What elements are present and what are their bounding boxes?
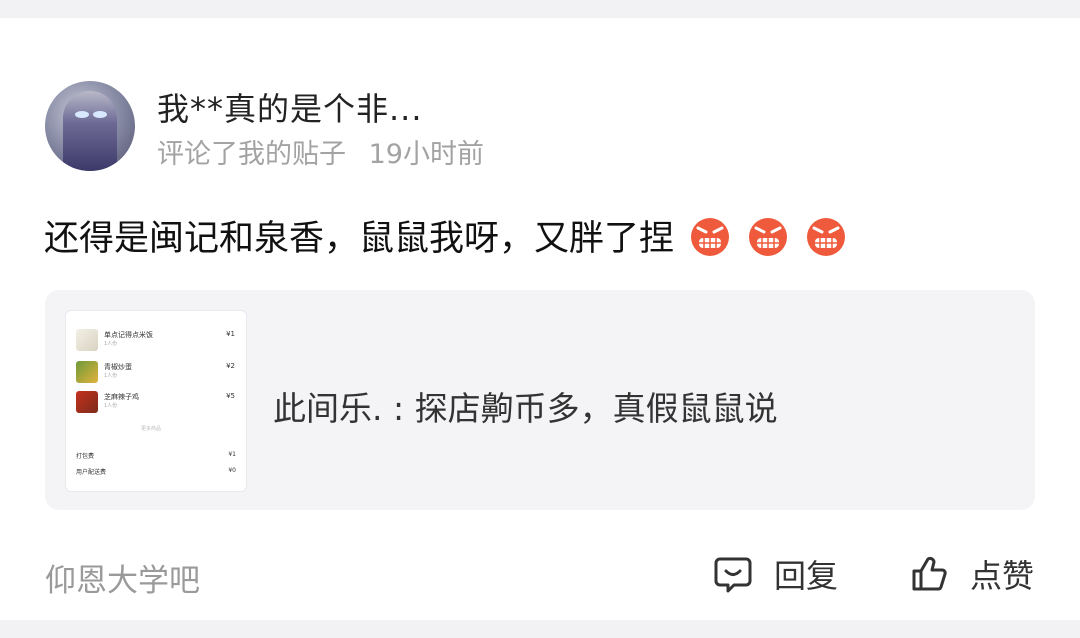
notification-card[interactable]: 我**真的是个非... 评论了我的贴子 19小时前 还得是闽记和泉香，鼠鼠我呀，… <box>0 18 1080 620</box>
comment-text: 还得是闽记和泉香，鼠鼠我呀，又胖了捏 <box>44 219 675 259</box>
thumb-item: 青椒炒蛋 1人份 ¥2 <box>76 361 241 385</box>
thumb-item-qty: 1人份 <box>104 341 118 347</box>
thumb-item-price: ¥2 <box>226 362 235 370</box>
thumb-item-name: 单点记得点米饭 <box>104 331 153 339</box>
timestamp: 19小时前 <box>368 139 484 170</box>
grimacing-angry-face-icon <box>746 214 790 258</box>
thumb-more: 更多商品 <box>141 426 162 432</box>
action-text: 评论了我的贴子 <box>157 139 346 170</box>
thumb-item: 芝麻辣子鸡 1人份 ¥5 <box>76 391 241 415</box>
thumb-item-price: ¥5 <box>226 392 235 400</box>
notification-meta: 评论了我的贴子 19小时前 <box>157 132 484 171</box>
thumb-item-qty: 1人份 <box>104 403 118 409</box>
grimacing-angry-face-icon <box>688 214 732 258</box>
like-button[interactable]: 点赞 <box>908 552 1034 596</box>
avatar[interactable] <box>45 81 135 171</box>
fee-value: ¥0 <box>228 467 236 474</box>
fee-label: 用户配送费 <box>76 469 107 476</box>
dish-image <box>76 391 98 413</box>
thumb-item-price: ¥1 <box>226 330 235 338</box>
post-thumbnail: 单点记得点米饭 1人份 ¥1 青椒炒蛋 1人份 ¥2 芝麻辣子鸡 1人份 ¥5 … <box>65 310 247 492</box>
thumb-item-name: 芝麻辣子鸡 <box>104 393 139 401</box>
thumbs-up-icon <box>912 556 947 591</box>
fee-value: ¥1 <box>228 451 236 458</box>
dish-image <box>76 361 98 383</box>
quoted-post[interactable]: 单点记得点米饭 1人份 ¥1 青椒炒蛋 1人份 ¥2 芝麻辣子鸡 1人份 ¥5 … <box>45 290 1035 510</box>
forum-name[interactable]: 仰恩大学吧 <box>45 555 200 600</box>
avatar-eye <box>75 111 89 118</box>
rice-image <box>76 329 98 351</box>
comment-content: 还得是闽记和泉香，鼠鼠我呀，又胖了捏 <box>44 210 848 261</box>
reply-button[interactable]: 回复 <box>712 552 838 596</box>
thumb-item: 单点记得点米饭 1人份 ¥1 <box>76 329 241 353</box>
quoted-post-text: 此间乐. : 探店齁币多，真假鼠鼠说 <box>273 389 778 428</box>
avatar-figure <box>63 91 117 171</box>
fee-label: 打包费 <box>76 453 95 460</box>
grimacing-angry-face-icon <box>804 214 848 258</box>
comment-bubble-icon <box>714 557 752 593</box>
thumb-fee-row: 用户配送费 ¥0 <box>76 467 236 476</box>
thumb-item-qty: 1人份 <box>104 373 118 379</box>
thumb-item-name: 青椒炒蛋 <box>104 363 132 371</box>
user-name[interactable]: 我**真的是个非... <box>157 84 423 130</box>
avatar-eye <box>93 111 107 118</box>
like-label: 点赞 <box>970 557 1035 595</box>
reply-label: 回复 <box>774 557 839 595</box>
thumb-fee-row: 打包费 ¥1 <box>76 451 236 460</box>
